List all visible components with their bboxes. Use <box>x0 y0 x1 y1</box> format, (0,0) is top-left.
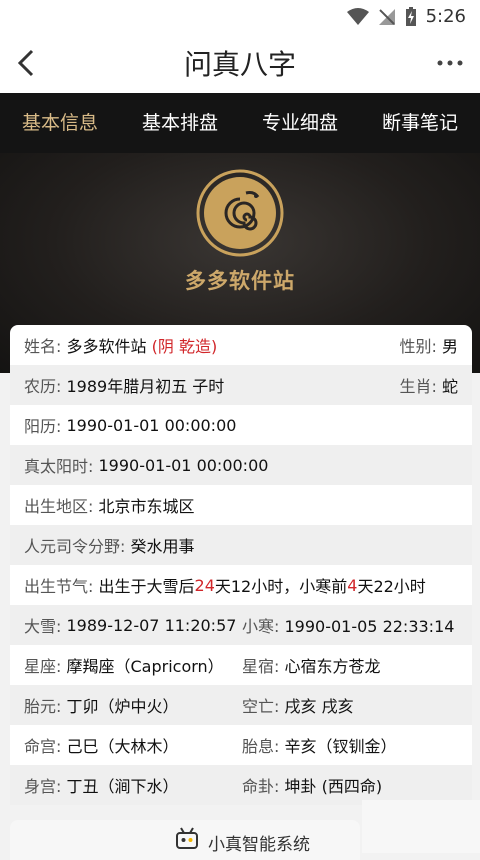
app-header: 问真八字 <box>0 33 480 93</box>
assistant-bar[interactable]: 小真智能系统 <box>10 820 360 860</box>
basic-info-card: 姓名: 多多软件站 (阴 乾造) 性别: 男 农历: 1989年腊月初五 子时 … <box>10 325 472 805</box>
solar-value: 1990-01-01 00:00:00 <box>66 415 237 435</box>
info-row-solar: 阳历: 1990-01-01 00:00:00 <box>10 405 472 445</box>
info-row-solar-terms: 大雪: 1989-12-07 11:20:57 小寒: 1990-01-05 2… <box>10 605 472 645</box>
constellation-value: 摩羯座（Capricorn） <box>66 657 224 676</box>
xiaohan-value: 1990-01-05 22:33:14 <box>284 617 455 636</box>
tab-basic-info[interactable]: 基本信息 <box>0 93 120 153</box>
lunar-value: 1989年腊月初五 子时 <box>66 377 225 396</box>
wifi-icon <box>346 7 369 25</box>
status-bar: 5:26 <box>0 0 480 33</box>
xiaohan-label: 小寒: <box>242 617 280 636</box>
robot-assistant-icon <box>176 827 198 849</box>
info-row-taiyuan: 胎元: 丁卯（炉中火） 空亡: 戌亥 戌亥 <box>10 685 472 725</box>
battery-charging-icon <box>405 6 416 26</box>
name-label: 姓名: <box>24 337 62 356</box>
solar-label: 阳历: <box>24 417 62 436</box>
minggong-value: 己巳（大林木） <box>66 737 179 756</box>
clock: 5:26 <box>425 6 466 27</box>
name-value: 多多软件站 <box>66 337 147 356</box>
kongwang-value: 戌亥 戌亥 <box>284 697 354 716</box>
tab-basic-chart[interactable]: 基本排盘 <box>120 93 240 153</box>
no-signal-icon <box>378 8 395 25</box>
info-row-jieqi: 出生节气: 出生于大雪后 24 天12小时，小寒前 4 天22小时 <box>10 565 472 605</box>
info-row-renyuan: 人元司令分野: 癸水用事 <box>10 525 472 565</box>
place-label: 出生地区: <box>24 497 94 516</box>
jieqi-text-3: 天22小时 <box>357 577 426 596</box>
xiuxiu-value: 心宿东方苍龙 <box>284 657 381 676</box>
taiyuan-label: 胎元: <box>24 697 62 716</box>
info-row-true-solar: 真太阳时: 1990-01-01 00:00:00 <box>10 445 472 485</box>
info-row-place: 出生地区: 北京市东城区 <box>10 485 472 525</box>
zodiac-label: 生肖: <box>399 377 437 396</box>
assistant-label: 小真智能系统 <box>208 835 310 855</box>
true-solar-value: 1990-01-01 00:00:00 <box>98 455 269 475</box>
snake-zodiac-icon <box>196 169 284 257</box>
taixi-value: 辛亥（钗钏金） <box>284 737 397 756</box>
tab-professional-chart[interactable]: 专业细盘 <box>240 93 360 153</box>
xiuxiu-label: 星宿: <box>242 657 280 676</box>
profile-name: 多多软件站 <box>185 269 295 293</box>
minggong-label: 命宫: <box>24 737 62 756</box>
daxue-label: 大雪: <box>24 617 62 636</box>
info-row-shengong: 身宫: 丁丑（涧下水） 命卦: 坤卦 (西四命) <box>10 765 472 805</box>
zodiac-value: 蛇 <box>441 377 458 396</box>
jieqi-days-after: 24 <box>194 575 215 595</box>
daxue-value: 1989-12-07 11:20:57 <box>66 615 237 635</box>
more-options-icon[interactable] <box>436 51 464 75</box>
jieqi-label: 出生节气: <box>24 577 94 596</box>
shengong-value: 丁丑（涧下水） <box>66 777 179 796</box>
name-note: (阴 乾造) <box>151 337 218 356</box>
true-solar-label: 真太阳时: <box>24 457 94 476</box>
info-row-name: 姓名: 多多软件站 (阴 乾造) 性别: 男 <box>10 325 472 365</box>
kongwang-label: 空亡: <box>242 697 280 716</box>
info-row-minggong: 命宫: 己巳（大林木） 胎息: 辛亥（钗钏金） <box>10 725 472 765</box>
jieqi-text-2: 天12小时，小寒前 <box>214 577 348 596</box>
renyuan-label: 人元司令分野: <box>24 537 126 556</box>
gender-value: 男 <box>441 337 458 356</box>
constellation-label: 星座: <box>24 657 62 676</box>
minggua-value: 坤卦 (西四命) <box>284 777 383 796</box>
gender-label: 性别: <box>399 337 437 356</box>
renyuan-value: 癸水用事 <box>130 537 195 556</box>
lunar-label: 农历: <box>24 377 62 396</box>
page-title: 问真八字 <box>183 48 296 81</box>
corner-panel <box>362 800 480 853</box>
place-value: 北京市东城区 <box>98 497 195 516</box>
taixi-label: 胎息: <box>242 737 280 756</box>
tab-bar: 基本信息 基本排盘 专业细盘 断事笔记 <box>0 93 480 153</box>
minggua-label: 命卦: <box>242 777 280 796</box>
info-row-constellation: 星座: 摩羯座（Capricorn） 星宿: 心宿东方苍龙 <box>10 645 472 685</box>
jieqi-text-1: 出生于大雪后 <box>98 577 195 596</box>
jieqi-days-before: 4 <box>347 575 358 595</box>
info-row-lunar: 农历: 1989年腊月初五 子时 生肖: 蛇 <box>10 365 472 405</box>
taiyuan-value: 丁卯（炉中火） <box>66 697 179 716</box>
tab-notes[interactable]: 断事笔记 <box>360 93 480 153</box>
shengong-label: 身宫: <box>24 777 62 796</box>
